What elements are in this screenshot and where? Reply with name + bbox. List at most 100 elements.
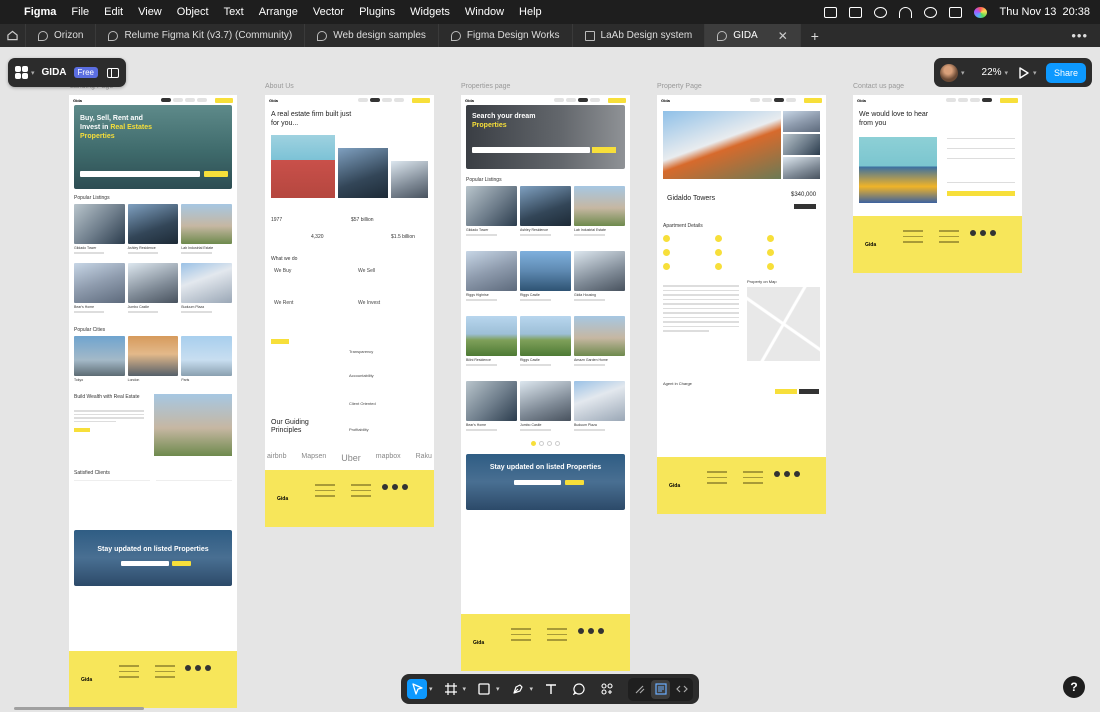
social-icons xyxy=(578,628,604,635)
listing-image xyxy=(574,186,625,226)
nav-cta xyxy=(608,97,626,103)
tab-gida[interactable]: GIDA ✕ xyxy=(705,24,801,47)
listing-name: Bear's Home xyxy=(466,423,487,427)
menu-vector[interactable]: Vector xyxy=(313,6,344,18)
frame-property-page[interactable]: Gida Gidaldo Towers $340,000 Apartment D… xyxy=(657,95,826,514)
menu-text[interactable]: Text xyxy=(224,6,244,18)
comment-tool[interactable] xyxy=(569,679,589,699)
macos-menubar: Figma File Edit View Object Text Arrange… xyxy=(0,0,1100,24)
new-tab-button[interactable]: + xyxy=(801,24,829,47)
control-center-icon[interactable] xyxy=(949,6,963,18)
shape-tool[interactable] xyxy=(474,679,494,699)
chevron-down-icon[interactable]: ▾ xyxy=(429,685,433,693)
subscribe-input xyxy=(513,480,562,485)
horizontal-scrollbar[interactable] xyxy=(14,707,144,710)
tab-label: Orizon xyxy=(54,30,84,41)
frame-nav: Gida xyxy=(69,95,237,105)
menu-view[interactable]: View xyxy=(138,6,162,18)
chevron-down-icon[interactable]: ▾ xyxy=(530,685,534,693)
wifi-icon[interactable] xyxy=(899,6,913,18)
plan-badge[interactable]: Free xyxy=(73,67,98,78)
chevron-down-icon[interactable]: ▾ xyxy=(1005,69,1009,77)
design-mode[interactable] xyxy=(651,679,670,699)
help-button[interactable]: ? xyxy=(1063,676,1085,698)
timer-icon[interactable] xyxy=(849,6,863,18)
tab-laab-design-system[interactable]: LaAb Design system xyxy=(573,24,706,47)
nav-pill xyxy=(394,98,404,102)
tab-figma-design-works[interactable]: Figma Design Works xyxy=(439,24,573,47)
listing-image xyxy=(520,186,571,226)
city-name: Paris xyxy=(181,378,190,382)
testimonial-card xyxy=(156,480,232,516)
menu-app-name[interactable]: Figma xyxy=(24,6,56,18)
frame-properties-page[interactable]: Gida Search your dream Properties Popular… xyxy=(461,95,630,671)
menu-help[interactable]: Help xyxy=(519,6,542,18)
avatar[interactable] xyxy=(940,63,958,82)
home-tab[interactable] xyxy=(0,24,26,47)
frame-tool[interactable] xyxy=(441,679,461,699)
tab-web-design-samples[interactable]: Web design samples xyxy=(305,24,439,47)
file-name[interactable]: GIDA xyxy=(42,67,67,78)
listing-card: Riggs Highrise xyxy=(466,251,517,301)
subscribe-banner: Stay updated on listed Properties xyxy=(74,530,232,586)
design-canvas[interactable]: Landing Page About Us Properties page Pr… xyxy=(0,47,1100,712)
close-icon[interactable]: ✕ xyxy=(778,29,788,43)
menu-plugins[interactable]: Plugins xyxy=(359,6,395,18)
frame-label-properties[interactable]: Properties page xyxy=(461,83,510,90)
menu-widgets[interactable]: Widgets xyxy=(410,6,450,18)
details-grid xyxy=(663,235,813,271)
frame-label-contact[interactable]: Contact us page xyxy=(853,83,904,90)
tab-orizon[interactable]: Orizon xyxy=(26,24,97,47)
chevron-down-icon[interactable]: ▾ xyxy=(1033,69,1037,77)
chevron-down-icon[interactable]: ▾ xyxy=(463,685,467,693)
nav-cta xyxy=(412,97,430,103)
nav-pill xyxy=(946,98,956,102)
pen-tool[interactable] xyxy=(508,679,528,699)
chevron-down-icon[interactable]: ▾ xyxy=(31,69,35,77)
property-main-image xyxy=(663,111,781,179)
tab-label: Figma Design Works xyxy=(466,30,560,41)
move-tool[interactable] xyxy=(407,679,427,699)
menu-file[interactable]: File xyxy=(71,6,89,18)
clock[interactable]: Thu Nov 13 20:38 xyxy=(999,6,1090,18)
actions-tool[interactable] xyxy=(597,679,617,699)
menu-edit[interactable]: Edit xyxy=(104,6,123,18)
frame-label-about[interactable]: About Us xyxy=(265,83,294,90)
listing-image xyxy=(466,251,517,291)
pen-icon xyxy=(512,684,523,694)
stat-year: 1977 xyxy=(271,217,283,223)
listing-name: Gildado Tower xyxy=(466,228,489,232)
frame-landing-page[interactable]: Gida Buy, Sell, Rent and Invest in Real … xyxy=(69,95,237,708)
chevron-down-icon[interactable]: ▾ xyxy=(961,69,965,77)
listing-name: Lab Industrial Estate xyxy=(574,228,606,232)
present-icon[interactable] xyxy=(1019,66,1029,79)
search-icon[interactable] xyxy=(924,6,938,18)
more-icon[interactable]: ••• xyxy=(1059,24,1100,47)
draw-mode[interactable] xyxy=(630,680,649,699)
menu-window[interactable]: Window xyxy=(465,6,504,18)
listing-name: Riggs Castle xyxy=(520,293,540,297)
menu-arrange[interactable]: Arrange xyxy=(259,6,298,18)
menu-object[interactable]: Object xyxy=(177,6,209,18)
frame-contact-page[interactable]: Gida We would love to hear from you Gida xyxy=(853,95,1022,273)
testimonial-card xyxy=(74,480,150,516)
text-tool[interactable] xyxy=(541,679,561,699)
figma-menu-icon[interactable] xyxy=(15,66,28,79)
frame-about-us[interactable]: Gida A real estate firm built just for y… xyxy=(265,95,434,527)
listing-card: Bear's Home xyxy=(466,381,517,431)
share-button[interactable]: Share xyxy=(1045,62,1086,83)
section-title: Apartment Details xyxy=(663,223,703,229)
play-circle-icon[interactable] xyxy=(874,6,888,18)
siri-icon[interactable] xyxy=(974,6,988,18)
dev-mode[interactable] xyxy=(672,680,691,699)
tab-relume[interactable]: Relume Figma Kit (v3.7) (Community) xyxy=(96,24,306,47)
cursor-icon xyxy=(411,683,423,695)
toggle-panel-icon[interactable] xyxy=(107,67,119,78)
frame-footer: Gida xyxy=(461,614,630,671)
search-bar xyxy=(80,171,200,177)
section-title: Popular Listings xyxy=(74,195,110,201)
frame-label-property[interactable]: Property Page xyxy=(657,83,702,90)
chevron-down-icon[interactable]: ▾ xyxy=(496,685,500,693)
zoom-level[interactable]: 22% xyxy=(982,67,1002,78)
figma-status-icon[interactable] xyxy=(824,6,838,18)
